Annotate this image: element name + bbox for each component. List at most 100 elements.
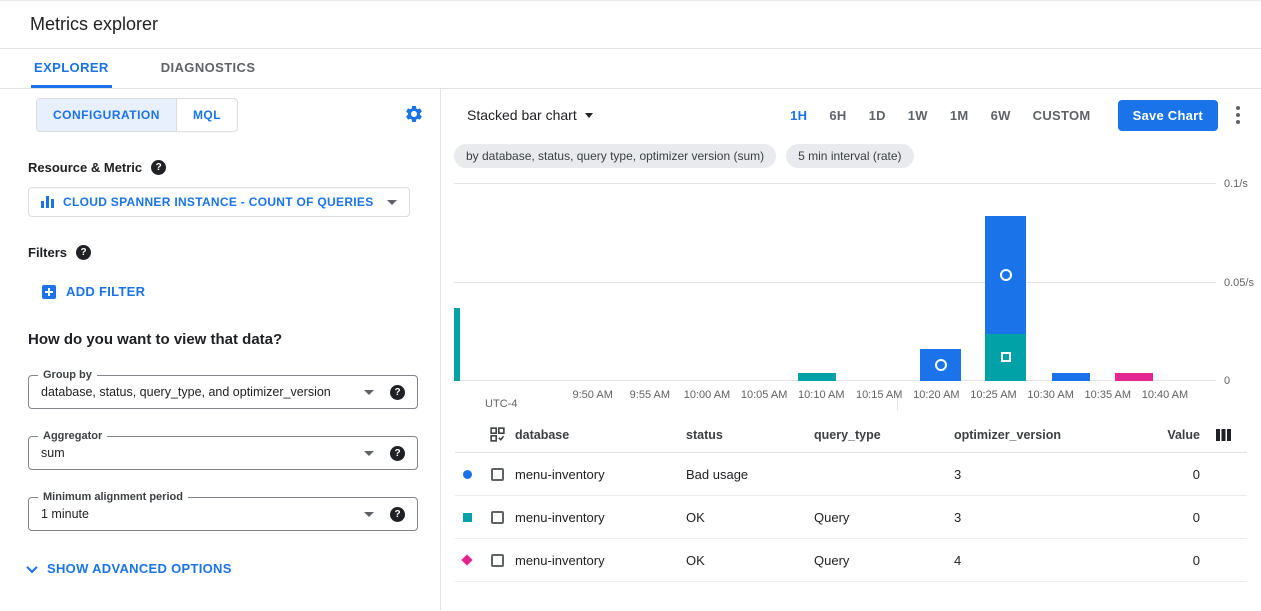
col-query-type: query_type <box>814 428 954 442</box>
cell-optimizer-version: 3 <box>954 510 1114 525</box>
y-axis-label: 0.1/s <box>1224 178 1248 190</box>
configuration-panel: CONFIGURATION MQL Resource & Metric CLOU… <box>0 89 441 610</box>
add-filter-label: ADD FILTER <box>66 284 145 299</box>
chart-area: 0.1/s0.05/s0 <box>454 184 1216 381</box>
time-range-1d[interactable]: 1D <box>858 100 897 131</box>
bar-circle-marker <box>935 359 947 371</box>
series-checkbox[interactable] <box>491 468 504 481</box>
chart-panel: Stacked bar chart 1H6H1D1W1M6WCUSTOM Sav… <box>441 89 1261 610</box>
cell-database: menu-inventory <box>515 467 686 482</box>
tab-diagnostics[interactable]: DIAGNOSTICS <box>158 49 259 88</box>
cell-database: menu-inventory <box>515 553 686 568</box>
metric-chart-icon <box>41 196 54 208</box>
y-axis-label: 0.05/s <box>1224 277 1254 289</box>
dropdown-caret-icon <box>364 390 374 395</box>
bar-segment-blue <box>920 349 960 381</box>
cell-database: menu-inventory <box>515 510 686 525</box>
settings-icon[interactable] <box>404 104 424 124</box>
chart-config-chip: by database, status, query type, optimiz… <box>454 144 776 168</box>
group-by-value: database, status, query_type, and optimi… <box>41 385 364 399</box>
more-vert-icon[interactable] <box>1231 100 1245 130</box>
alignment-period-value: 1 minute <box>41 507 364 521</box>
bar-segment-teal <box>985 334 1026 381</box>
chart-toolbar: Stacked bar chart 1H6H1D1W1M6WCUSTOM Sav… <box>441 95 1261 135</box>
series-checkbox[interactable] <box>491 511 504 524</box>
cell-query-type: Query <box>814 553 954 568</box>
time-range-6w[interactable]: 6W <box>980 100 1022 131</box>
time-range-1w[interactable]: 1W <box>897 100 939 131</box>
series-checkbox[interactable] <box>491 554 504 567</box>
x-axis-label: 10:40 AM <box>1142 389 1188 401</box>
help-icon[interactable] <box>390 385 405 400</box>
bar-segment-blue <box>985 216 1026 334</box>
legend-row[interactable]: menu-inventoryOKQuery30 <box>455 496 1247 539</box>
time-range-1h[interactable]: 1H <box>779 100 818 131</box>
cell-status: OK <box>686 553 814 568</box>
filters-section: Filters <box>28 245 440 260</box>
bar-circle-marker <box>1000 269 1012 281</box>
x-axis-label: 10:15 AM <box>856 389 902 401</box>
group-by-label: Group by <box>38 369 97 381</box>
help-icon[interactable] <box>76 245 91 260</box>
alignment-period-select[interactable]: Minimum alignment period 1 minute <box>28 497 418 531</box>
cell-status: Bad usage <box>686 467 814 482</box>
filters-label: Filters <box>28 245 67 260</box>
x-axis: UTC-49:50 AM9:55 AM10:00 AM10:05 AM10:10… <box>454 387 1216 403</box>
tab-explorer[interactable]: EXPLORER <box>31 49 112 88</box>
tab-bar: EXPLORER DIAGNOSTICS <box>0 49 1261 89</box>
cell-optimizer-version: 4 <box>954 553 1114 568</box>
help-icon[interactable] <box>390 446 405 461</box>
chart-type-dropdown[interactable]: Stacked bar chart <box>467 107 593 123</box>
y-axis-label: 0 <box>1224 375 1230 387</box>
aggregator-select[interactable]: Aggregator sum <box>28 436 418 470</box>
configuration-tab-button[interactable]: CONFIGURATION <box>36 98 176 132</box>
chart-config-chips: by database, status, query type, optimiz… <box>454 144 1261 168</box>
app-header: Metrics explorer <box>0 0 1261 49</box>
bar-square-marker <box>1001 352 1011 362</box>
x-axis-label: 10:20 AM <box>913 389 959 401</box>
dropdown-caret-icon <box>585 113 593 118</box>
save-chart-button[interactable]: Save Chart <box>1118 100 1218 131</box>
aggregator-label: Aggregator <box>38 430 107 442</box>
columns-icon[interactable] <box>1200 428 1246 442</box>
x-axis-label: 9:55 AM <box>630 389 670 401</box>
metric-selector-value: CLOUD SPANNER INSTANCE - COUNT OF QUERIE… <box>63 195 374 209</box>
x-axis-label: 10:10 AM <box>798 389 844 401</box>
cell-status: OK <box>686 510 814 525</box>
gridline <box>454 282 1216 283</box>
chart-plot: 0.1/s0.05/s0 <box>454 184 1216 381</box>
bar-segment-blue <box>1052 373 1090 381</box>
legend-header-row: database status query_type optimizer_ver… <box>455 417 1247 453</box>
show-advanced-options-button[interactable]: SHOW ADVANCED OPTIONS <box>28 561 440 576</box>
gridline <box>454 183 1216 184</box>
cell-optimizer-version: 3 <box>954 467 1114 482</box>
col-database: database <box>515 428 686 442</box>
x-axis-label: 10:05 AM <box>741 389 787 401</box>
select-all-series-icon[interactable] <box>479 427 515 442</box>
series-square-marker <box>463 513 472 522</box>
x-axis-label: 9:50 AM <box>572 389 612 401</box>
bar-segment-teal <box>454 308 460 381</box>
help-icon[interactable] <box>390 507 405 522</box>
help-icon[interactable] <box>151 160 166 175</box>
time-range-custom[interactable]: CUSTOM <box>1022 100 1102 131</box>
metric-selector-dropdown[interactable]: CLOUD SPANNER INSTANCE - COUNT OF QUERIE… <box>28 187 410 217</box>
cell-query-type: Query <box>814 510 954 525</box>
col-value: Value <box>1114 428 1200 442</box>
cell-value: 0 <box>1114 553 1200 568</box>
legend-row[interactable]: menu-inventoryOKQuery40 <box>455 539 1247 582</box>
expand-icon <box>26 561 37 572</box>
group-by-select[interactable]: Group by database, status, query_type, a… <box>28 375 418 409</box>
legend-table: database status query_type optimizer_ver… <box>455 417 1247 582</box>
time-range-6h[interactable]: 6H <box>818 100 857 131</box>
dropdown-caret-icon <box>364 451 374 456</box>
series-diamond-marker <box>461 554 472 565</box>
time-range-1m[interactable]: 1M <box>939 100 980 131</box>
add-box-icon <box>42 285 56 299</box>
mql-tab-button[interactable]: MQL <box>176 98 238 132</box>
add-filter-button[interactable]: ADD FILTER <box>42 284 440 299</box>
alignment-period-label: Minimum alignment period <box>38 491 188 503</box>
legend-row[interactable]: menu-inventoryBad usage30 <box>455 453 1247 496</box>
mode-toggle: CONFIGURATION MQL <box>36 98 238 132</box>
col-status: status <box>686 428 814 442</box>
